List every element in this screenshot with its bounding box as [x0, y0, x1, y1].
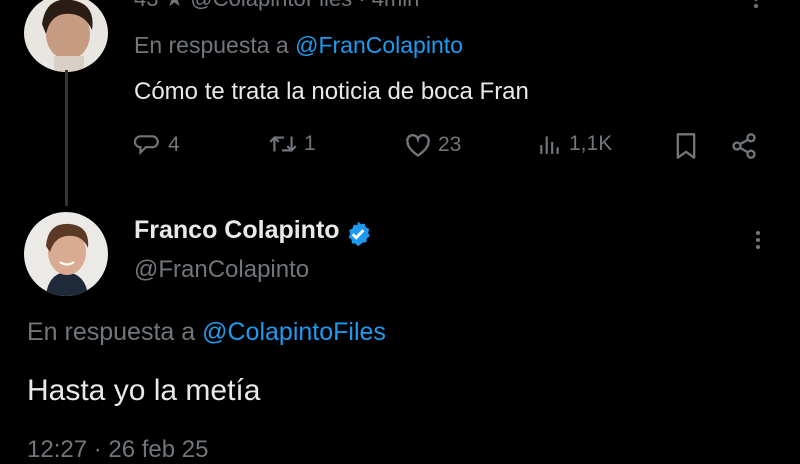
avatar-francolapinto[interactable]	[24, 212, 108, 296]
reply-tweet-text: Cómo te trata la noticia de boca Fran	[134, 78, 529, 105]
reply-prefix: En respuesta a	[134, 32, 289, 58]
share-action[interactable]	[730, 132, 758, 160]
author-handle[interactable]: @FranColapinto	[134, 256, 309, 284]
avatar-colapintofiles[interactable]	[24, 0, 108, 72]
share-icon	[732, 133, 756, 159]
reply-handle-line: 43 ★ @ColapintoFiles · 4min	[134, 0, 419, 12]
main-tweet-text: Hasta yo la metía	[27, 374, 261, 407]
tweet-timestamp[interactable]: 12:27 · 26 feb 25	[27, 436, 208, 464]
reply-icon	[134, 135, 159, 156]
retweet-count: 1	[304, 132, 316, 155]
author-name[interactable]: Franco Colapinto	[134, 216, 340, 244]
views-action[interactable]: 1,1K	[537, 132, 612, 156]
retweet-icon	[269, 136, 297, 152]
reply-to-mention[interactable]: @FranColapinto	[295, 32, 463, 58]
more-icon[interactable]	[756, 228, 760, 252]
verified-icon	[348, 221, 370, 247]
main-reply-context: En respuesta a @ColapintoFiles	[27, 318, 386, 347]
like-icon	[406, 134, 430, 157]
views-icon	[540, 136, 559, 154]
main-reply-prefix: En respuesta a	[27, 318, 196, 346]
more-icon[interactable]	[754, 0, 758, 11]
like-action[interactable]: 23	[404, 132, 461, 158]
bookmark-icon	[676, 133, 696, 159]
like-count: 23	[438, 133, 462, 156]
retweet-action[interactable]: 1	[268, 132, 316, 156]
main-reply-to-mention[interactable]: @ColapintoFiles	[202, 318, 386, 346]
thread-connector	[65, 70, 68, 206]
bookmark-action[interactable]	[674, 132, 698, 160]
reply-count: 4	[168, 133, 180, 156]
reply-action[interactable]: 4	[134, 132, 180, 158]
views-count: 1,1K	[569, 132, 613, 155]
reply-context: En respuesta a @FranColapinto	[134, 32, 463, 59]
author-name-row: Franco Colapinto	[134, 216, 372, 248]
